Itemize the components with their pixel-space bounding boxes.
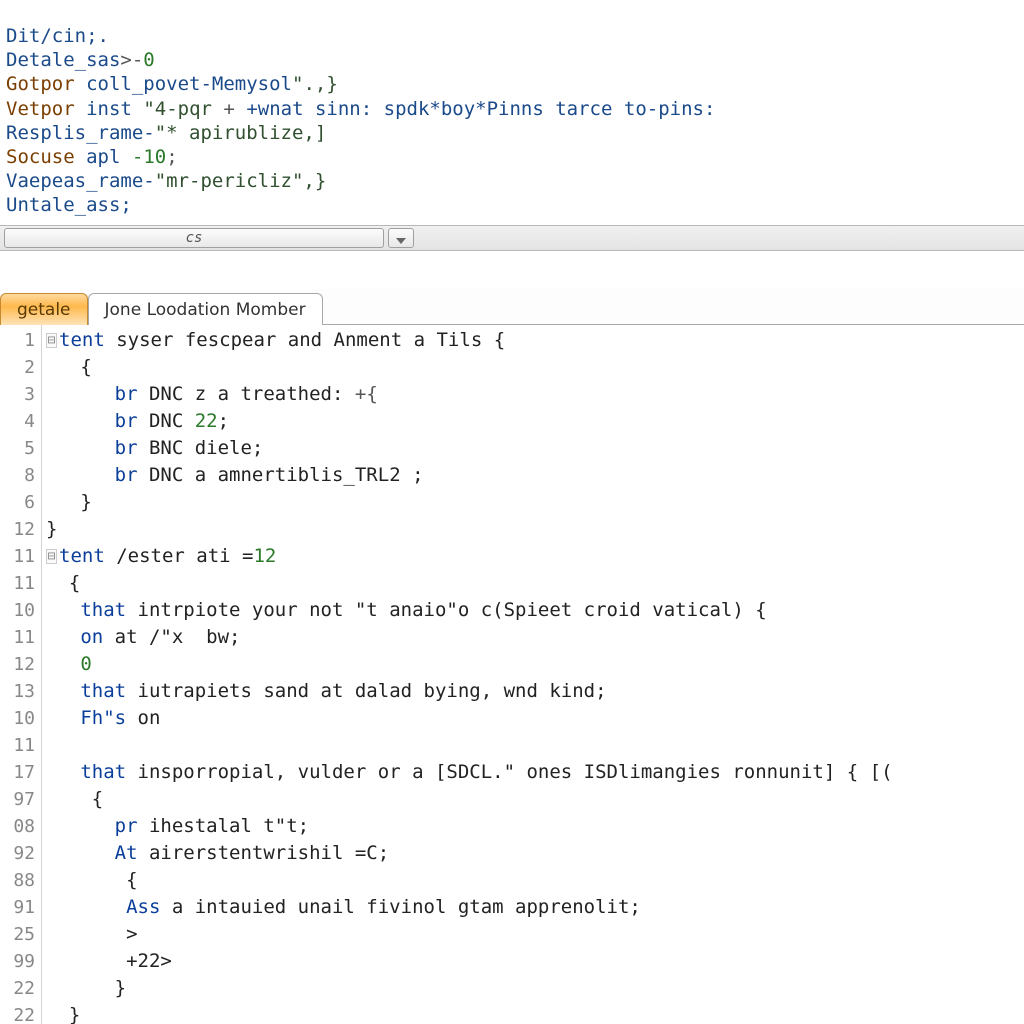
code-line: that insporropial, vulder or a [SDCL." o… <box>46 759 1024 786</box>
code-line: on at /"x bw; <box>46 624 1024 651</box>
line-number: 88 <box>0 867 41 894</box>
code-line: br DNC 22; <box>46 408 1024 435</box>
line-number: 10 <box>0 597 41 624</box>
code-line: that intrpiote your not "t anaio"o c(Spi… <box>46 597 1024 624</box>
line-number: 17 <box>0 759 41 786</box>
line-number: 12 <box>0 516 41 543</box>
line-number: 8 <box>0 462 41 489</box>
line-number: 10 <box>0 705 41 732</box>
code-line: } <box>46 975 1024 1002</box>
breadcrumb-field[interactable]: cs <box>4 228 384 248</box>
fold-minus-icon[interactable]: ⊟ <box>46 333 57 348</box>
line-number: 92 <box>0 840 41 867</box>
code-line: Vaepeas_rame-"mr-pericliz",} <box>6 170 326 192</box>
code-line: Fh"s on <box>46 705 1024 732</box>
code-line: +22> <box>46 948 1024 975</box>
code-line: br DNC a amnertiblis_TRL2 ; <box>46 462 1024 489</box>
line-number: 12 <box>0 651 41 678</box>
line-number: 99 <box>0 948 41 975</box>
line-number: 5 <box>0 435 41 462</box>
editor-toolbar: cs <box>0 225 1024 251</box>
line-number: 6 <box>0 489 41 516</box>
code-line: 0 <box>46 651 1024 678</box>
tab-loodation-momber[interactable]: Jone Loodation Momber <box>88 293 323 325</box>
code-line: } <box>46 516 1024 543</box>
code-line: pr ihestalal t"t; <box>46 813 1024 840</box>
code-editor[interactable]: 1 2 3 4 5 8 6 12 11 11 10 11 12 13 10 11… <box>0 325 1024 1024</box>
code-line: ⊟tent syser fescpear and Anment a Tils { <box>46 327 1024 354</box>
code-line: Detale_sas>-0 <box>6 49 155 71</box>
line-number: 11 <box>0 624 41 651</box>
code-line: { <box>46 354 1024 381</box>
top-code-panel: Dit/cin;. Detale_sas>-0 Gotpor coll_pove… <box>0 0 1024 225</box>
code-line: that iutrapiets sand at dalad bying, wnd… <box>46 678 1024 705</box>
code-line: Vetpor inst "4-pqr + +wnat sinn: spdk*bo… <box>6 98 715 120</box>
code-line: Ass a intauied unail fivinol gtam appren… <box>46 894 1024 921</box>
line-number: 22 <box>0 1002 41 1024</box>
line-number: 97 <box>0 786 41 813</box>
line-number: 91 <box>0 894 41 921</box>
line-number: 3 <box>0 381 41 408</box>
code-line: br DNC z a treathed: +{ <box>46 381 1024 408</box>
line-number: 11 <box>0 732 41 759</box>
code-line: { <box>46 867 1024 894</box>
code-line: Resplis_rame-"* apirublize,] <box>6 122 326 144</box>
breadcrumb-field-label: cs <box>186 230 203 246</box>
editor-tabstrip: getale Jone Loodation Momber <box>0 289 1024 325</box>
code-line: At airerstentwrishil =C; <box>46 840 1024 867</box>
line-number: 25 <box>0 921 41 948</box>
code-line: { <box>46 786 1024 813</box>
line-number-gutter: 1 2 3 4 5 8 6 12 11 11 10 11 12 13 10 11… <box>0 325 42 1024</box>
code-area[interactable]: ⊟tent syser fescpear and Anment a Tils {… <box>42 325 1024 1024</box>
breadcrumb-dropdown-button[interactable] <box>388 228 414 248</box>
code-line: Socuse apl -10; <box>6 146 178 168</box>
code-line: Untale_ass; <box>6 194 132 216</box>
code-line: br BNC diele; <box>46 435 1024 462</box>
tab-label: getale <box>17 300 71 320</box>
code-line: > <box>46 921 1024 948</box>
code-line: Gotpor coll_povet-Memysol".,} <box>6 73 338 95</box>
fold-minus-icon[interactable]: ⊟ <box>46 549 57 564</box>
code-line: } <box>46 1002 1024 1024</box>
line-number: 11 <box>0 570 41 597</box>
code-line: { <box>46 570 1024 597</box>
code-line <box>46 732 1024 759</box>
line-number: 11 <box>0 543 41 570</box>
chevron-down-icon <box>396 227 406 249</box>
line-number: 4 <box>0 408 41 435</box>
tab-getale[interactable]: getale <box>0 293 88 325</box>
tab-label: Jone Loodation Momber <box>105 300 306 320</box>
code-line: Dit/cin;. <box>6 25 109 47</box>
line-number: 2 <box>0 354 41 381</box>
line-number: 08 <box>0 813 41 840</box>
line-number: 1 <box>0 327 41 354</box>
line-number: 13 <box>0 678 41 705</box>
line-number: 22 <box>0 975 41 1002</box>
code-line: } <box>46 489 1024 516</box>
code-line: ⊟tent /ester ati =12 <box>46 543 1024 570</box>
